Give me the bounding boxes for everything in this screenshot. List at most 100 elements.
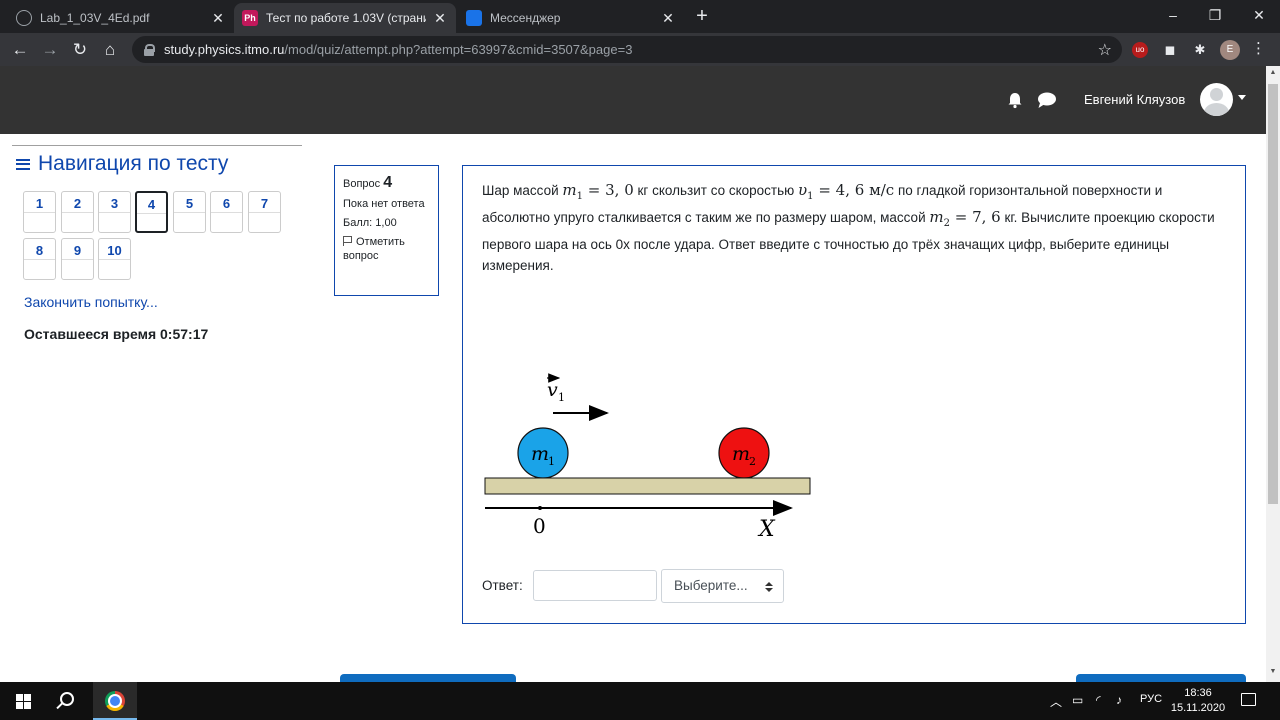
flag-icon <box>343 236 352 246</box>
close-window-button[interactable]: ✕ <box>1236 4 1280 26</box>
question-text: Шар массой m1 = 3, 0 кг скользит со скор… <box>482 180 1227 276</box>
user-menu-caret-icon[interactable] <box>1238 95 1246 100</box>
notifications-icon[interactable] <box>1241 693 1256 706</box>
address-bar[interactable]: study.physics.itmo.ru/mod/quiz/attempt.p… <box>132 36 1122 63</box>
time-remaining: Оставшееся время 0:57:17 <box>24 326 208 342</box>
quiz-nav-title[interactable]: Навигация по тесту <box>16 152 228 176</box>
math-m1: m1 = 3, 0 <box>562 181 634 202</box>
horizontal-surface <box>484 477 811 495</box>
maximize-button[interactable]: ❐ <box>1192 4 1238 26</box>
tab-title: Тест по работе 1.03V (страница 4 <box>266 11 426 25</box>
ball-m2-sub: 2 <box>749 455 756 468</box>
new-tab-button[interactable]: + <box>690 4 714 28</box>
clock-date: 15.11.2020 <box>1170 702 1226 714</box>
finish-attempt-link[interactable]: Закончить попытку... <box>24 294 158 310</box>
tab-title: Мессенджер <box>490 11 561 25</box>
page-scrollbar[interactable]: ▲ ▼ <box>1266 66 1280 682</box>
windows-start-icon[interactable] <box>16 694 31 709</box>
flag-question-link[interactable]: Отметить вопрос <box>343 235 430 263</box>
quiz-nav-q3[interactable]: 3 <box>98 191 131 233</box>
timer-value: 0:57:17 <box>160 326 209 342</box>
lock-icon <box>144 43 155 56</box>
question-text-part: кг скользит со скоростью <box>637 183 795 198</box>
hamburger-icon <box>16 158 30 170</box>
question-content: Шар массой m1 = 3, 0 кг скользит со скор… <box>462 165 1246 624</box>
quiz-nav-q6[interactable]: 6 <box>210 191 243 233</box>
question-text-part: Шар массой <box>482 183 559 198</box>
flag-question-label: Отметить вопрос <box>343 236 405 262</box>
url-path: /mod/quiz/attempt.php?attempt=63997&cmid… <box>284 42 633 57</box>
velocity-label-sub: 1 <box>558 391 565 404</box>
tab-title: Lab_1_03V_4Ed.pdf <box>40 11 150 25</box>
question-grade: Балл: 1,00 <box>343 217 397 229</box>
browser-toolbar: ← → ↻ ⌂ study.physics.itmo.ru/mod/quiz/a… <box>0 33 1280 66</box>
origin-point <box>538 506 542 510</box>
question-state: Пока нет ответа <box>343 198 425 210</box>
home-button[interactable]: ⌂ <box>98 38 122 62</box>
site-header: Евгений Кляузов <box>0 66 1266 134</box>
math-v1: υ1 = 4, 6 м/с <box>798 181 895 202</box>
quiz-nav-q8[interactable]: 8 <box>23 238 56 280</box>
reload-button[interactable]: ↻ <box>68 38 92 62</box>
clock-time: 18:36 <box>1184 687 1212 699</box>
chat-icon <box>466 10 482 26</box>
quiz-nav-q1[interactable]: 1 <box>23 191 56 233</box>
back-button[interactable]: ← <box>8 38 32 62</box>
tab-quiz[interactable]: Ph Тест по работе 1.03V (страница 4 ✕ <box>234 3 456 33</box>
collision-diagram: v 1 m 1 m 2 0 X <box>484 373 811 542</box>
wifi-icon[interactable]: ◜ <box>1096 693 1101 707</box>
nav-divider <box>12 145 302 146</box>
math-m2: m2 = 7, 6 <box>929 208 1001 229</box>
timer-label: Оставшееся время <box>24 326 157 342</box>
ball-m2-label: m <box>732 443 750 465</box>
quiz-nav-q5[interactable]: 5 <box>173 191 206 233</box>
browser-menu-icon[interactable]: ⋮ <box>1251 39 1266 59</box>
tab-messenger[interactable]: Мессенджер ✕ <box>458 3 684 33</box>
url-host: study.physics.itmo.ru <box>164 42 285 57</box>
close-icon[interactable]: ✕ <box>660 10 676 27</box>
answer-input[interactable] <box>533 570 657 601</box>
globe-icon <box>16 10 32 26</box>
close-icon[interactable]: ✕ <box>210 10 226 27</box>
battery-icon[interactable]: ▭ <box>1072 693 1083 707</box>
units-select[interactable]: Выберите... <box>661 569 784 603</box>
system-clock[interactable]: 18:36 15.11.2020 <box>1166 686 1230 716</box>
answer-label: Ответ: <box>482 578 523 593</box>
user-avatar[interactable] <box>1200 83 1233 116</box>
physics-favicon-icon: Ph <box>242 10 258 26</box>
quiz-nav-title-text: Навигация по тесту <box>38 152 229 175</box>
user-name[interactable]: Евгений Кляузов <box>1084 92 1185 107</box>
chrome-icon <box>105 691 125 711</box>
question-number-value: 4 <box>383 174 393 191</box>
quiz-nav-q7[interactable]: 7 <box>248 191 281 233</box>
quiz-nav-q9[interactable]: 9 <box>61 238 94 280</box>
profile-avatar[interactable]: E <box>1220 40 1240 60</box>
minimize-button[interactable]: – <box>1150 4 1196 26</box>
search-icon[interactable] <box>60 692 74 706</box>
velocity-label: v <box>547 379 558 401</box>
tray-expand-icon[interactable]: ︿ <box>1050 693 1062 710</box>
scroll-up-icon[interactable]: ▲ <box>1269 69 1277 76</box>
bell-icon[interactable] <box>1006 91 1024 109</box>
cube-extension-icon[interactable]: ◼ <box>1162 42 1178 58</box>
quiz-nav-q10[interactable]: 10 <box>98 238 131 280</box>
chrome-taskbar-button[interactable] <box>93 682 137 720</box>
quiz-nav-q4[interactable]: 4 <box>135 191 168 233</box>
origin-label: 0 <box>533 514 546 538</box>
volume-icon[interactable]: ♪ <box>1116 693 1122 707</box>
question-number: Вопрос 4 <box>343 174 430 192</box>
windows-taskbar: ︿ ▭ ◜ ♪ РУС 18:36 15.11.2020 <box>0 682 1280 720</box>
scrollbar-thumb[interactable] <box>1268 84 1278 504</box>
tab-pdf[interactable]: Lab_1_03V_4Ed.pdf ✕ <box>8 3 234 33</box>
ublock-extension-icon[interactable]: uo <box>1132 42 1148 58</box>
ball-m1-sub: 1 <box>548 455 555 468</box>
messages-icon[interactable] <box>1037 91 1057 109</box>
puzzle-extensions-icon[interactable]: ✱ <box>1192 42 1208 58</box>
question-number-label: Вопрос <box>343 178 381 190</box>
close-icon[interactable]: ✕ <box>432 10 448 27</box>
bookmark-star-icon[interactable]: ☆ <box>1098 40 1112 60</box>
forward-button[interactable]: → <box>38 38 62 62</box>
scroll-down-icon[interactable]: ▼ <box>1269 668 1277 675</box>
language-indicator[interactable]: РУС <box>1140 693 1162 705</box>
quiz-nav-q2[interactable]: 2 <box>61 191 94 233</box>
